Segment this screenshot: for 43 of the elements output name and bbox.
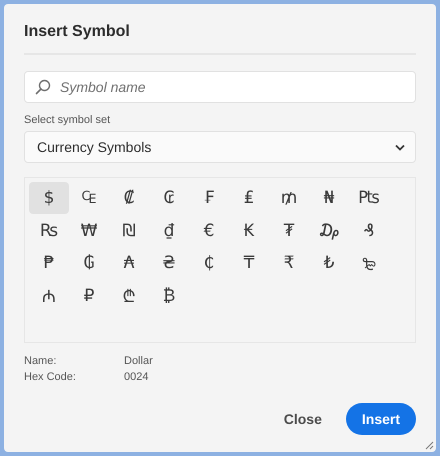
symbol-cell[interactable]: ₩ — [69, 214, 109, 246]
symbol-cell[interactable]: ₧ — [349, 182, 389, 214]
symbol-cell[interactable]: $ — [29, 182, 69, 214]
chevron-down-icon — [395, 144, 405, 150]
field-label: Select symbol set — [24, 114, 110, 126]
symbol-cell[interactable]: ₻ — [349, 247, 389, 279]
symbol-cell[interactable]: ₯ — [309, 214, 349, 246]
detail-label: Hex Code: — [24, 371, 76, 383]
symbol-cell[interactable]: ₢ — [149, 182, 189, 214]
symbol-cell[interactable]: € — [189, 214, 229, 246]
symbol-cell[interactable]: ₴ — [149, 247, 189, 279]
symbol-cell[interactable]: ₾ — [109, 280, 149, 312]
detail-value: 0024 — [124, 371, 148, 383]
symbol-cell[interactable]: ₮ — [269, 214, 309, 246]
symbol-cell[interactable]: ₹ — [269, 247, 309, 279]
symbol-cell[interactable]: ₸ — [229, 247, 269, 279]
symbol-set-dropdown[interactable]: Currency Symbols — [24, 131, 416, 163]
symbol-cell[interactable]: ₠ — [69, 182, 109, 214]
symbol-cell[interactable]: ₡ — [109, 182, 149, 214]
symbol-cell[interactable]: ₱ — [29, 247, 69, 279]
symbol-cell[interactable]: ₥ — [269, 182, 309, 214]
symbol-cell[interactable]: ₣ — [189, 182, 229, 214]
dialog-title: Insert Symbol — [24, 22, 130, 42]
close-button[interactable]: Close — [282, 403, 324, 435]
symbol-cell[interactable]: ₺ — [309, 247, 349, 279]
resize-grip-icon[interactable] — [425, 441, 434, 450]
symbol-cell[interactable]: ₨ — [29, 214, 69, 246]
symbol-cell[interactable]: ₦ — [309, 182, 349, 214]
insert-button[interactable]: Insert — [346, 403, 416, 435]
symbol-cell[interactable]: ₽ — [69, 280, 109, 312]
symbol-cell[interactable]: ₫ — [149, 214, 189, 246]
symbol-cell[interactable]: ₪ — [109, 214, 149, 246]
symbol-cell[interactable]: ₲ — [69, 247, 109, 279]
symbol-cell[interactable]: ₿ — [149, 280, 189, 312]
detail-label: Name: — [24, 355, 56, 367]
symbol-cell[interactable]: ₼ — [29, 280, 69, 312]
symbol-cell[interactable]: ₳ — [109, 247, 149, 279]
symbol-cell[interactable]: ₭ — [229, 214, 269, 246]
symbol-cell[interactable]: ₰ — [349, 214, 389, 246]
symbol-cell[interactable]: ₤ — [229, 182, 269, 214]
detail-value: Dollar — [124, 355, 153, 367]
search-field[interactable]: Symbol name — [24, 71, 416, 103]
symbol-cell[interactable]: ₵ — [189, 247, 229, 279]
